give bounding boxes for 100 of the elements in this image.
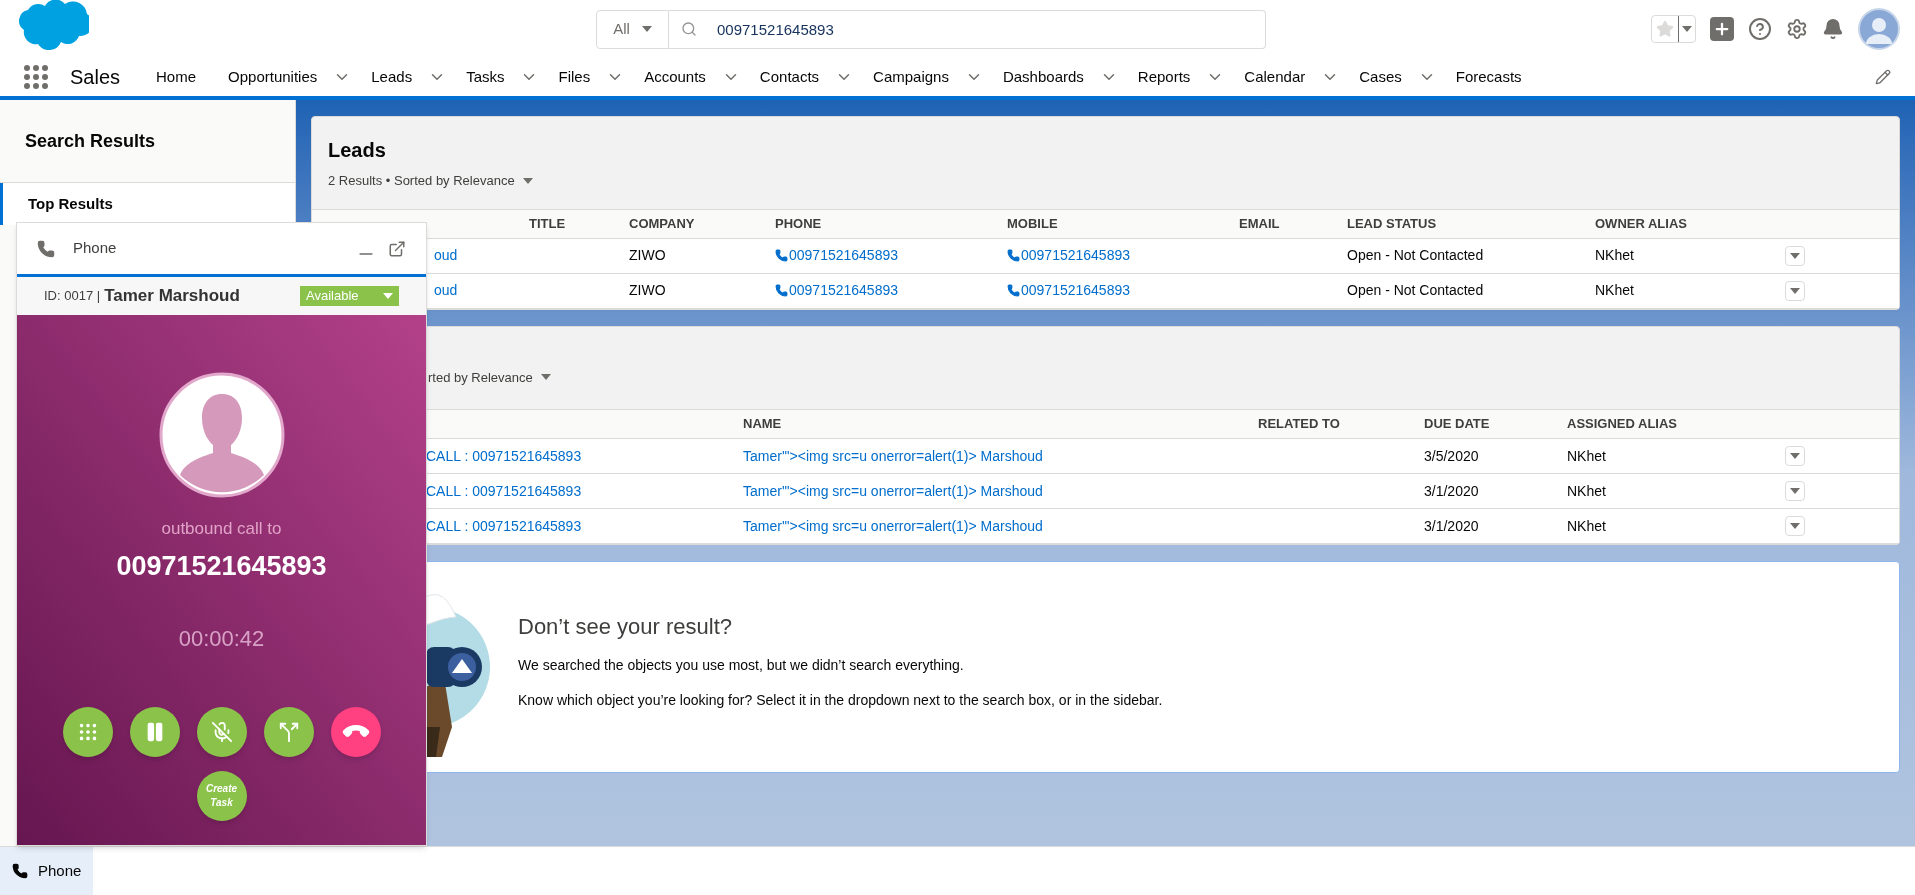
table-cell-text: ZIWO	[628, 246, 667, 265]
name-link[interactable]: Tamer'"><img src=u onerror=alert(1)> Marshoud	[743, 482, 1043, 499]
sort-caret-icon	[522, 177, 533, 184]
nav-tab[interactable]: Files	[542, 65, 607, 89]
nav-tab[interactable]: Campaigns	[857, 65, 965, 89]
phone-icon	[37, 239, 55, 258]
nav-tab[interactable]: Cases	[1343, 65, 1418, 89]
nav-tab[interactable]: Home	[140, 65, 213, 89]
mic-off-icon	[210, 721, 233, 743]
table-cell-text: NKhet	[1594, 246, 1635, 265]
caret-icon	[383, 293, 393, 299]
help-icon[interactable]	[1748, 17, 1772, 41]
nav-tab[interactable]: Leads	[355, 65, 429, 89]
phone-link[interactable]: 00971521645893	[999, 280, 1138, 301]
row-menu-button[interactable]	[1785, 446, 1805, 466]
star-icon	[1656, 20, 1674, 38]
dialpad-button[interactable]	[62, 707, 113, 757]
task-link[interactable]: CALL : 00971521645893	[426, 482, 582, 499]
table-cell-text: 3/1/2020	[1423, 481, 1480, 501]
phone-icon	[1007, 284, 1020, 297]
favorites-button[interactable]	[1651, 15, 1696, 43]
caret-icon	[1790, 287, 1800, 294]
nav-tab[interactable]: Dashboards	[986, 65, 1100, 89]
edit-icon[interactable]	[1875, 69, 1891, 85]
pop-out-icon[interactable]	[388, 239, 406, 258]
hold-button[interactable]	[129, 707, 180, 757]
row-menu-button[interactable]	[1785, 481, 1805, 501]
plus-icon	[1713, 20, 1731, 38]
caret-icon	[1790, 453, 1800, 459]
caret-icon	[1790, 252, 1800, 259]
card-title: Leads	[328, 138, 387, 163]
row-menu-button[interactable]	[1785, 516, 1805, 536]
column-header[interactable]: RELATED TO	[1250, 414, 1416, 434]
lead-link[interactable]: oud	[434, 282, 458, 298]
search-field[interactable]: 00971521645893	[717, 9, 1266, 49]
phone-link[interactable]: 00971521645893	[999, 245, 1138, 266]
nav-tab[interactable]: Contacts	[743, 65, 836, 89]
column-header[interactable]: TITLE	[521, 213, 621, 234]
nav-tab[interactable]: Accounts	[628, 65, 722, 89]
caret-icon	[1790, 488, 1800, 494]
results-summary: 2 Results • Sorted by Relevance	[328, 172, 515, 190]
call-label: outbound call to	[161, 518, 282, 540]
task-link[interactable]: CALL : 00971521645893	[426, 517, 582, 534]
nav-tab[interactable]: Tasks	[450, 65, 521, 89]
app-launcher-icon[interactable]	[24, 65, 48, 89]
row-menu-button[interactable]	[1785, 280, 1805, 301]
nav-tab[interactable]: Reports	[1121, 65, 1207, 89]
sidebar-item[interactable]: Top Results	[0, 183, 295, 225]
search-icon	[681, 21, 697, 37]
phone-icon	[12, 863, 28, 879]
transfer-button[interactable]	[263, 707, 314, 757]
phone-icon	[775, 284, 788, 297]
table-cell-text: Open - Not Contacted	[1346, 246, 1485, 265]
table-cell-text: NKhet	[1566, 516, 1607, 536]
phone-icon	[775, 249, 788, 262]
help-text: We searched the objects you use most, but we didn’t search everything.	[518, 655, 965, 675]
phone-link[interactable]: 00971521645893	[767, 280, 906, 301]
table-cell-text: NKhet	[1566, 446, 1607, 466]
hang-up-button[interactable]	[330, 707, 381, 757]
column-header[interactable]: NAME	[735, 414, 1250, 434]
column-header[interactable]: OWNER ALIAS	[1587, 213, 1771, 234]
sidebar-title: Search Results	[25, 129, 156, 153]
split-arrow-icon	[277, 721, 300, 743]
settings-icon[interactable]	[1786, 18, 1808, 40]
lead-link[interactable]: oud	[434, 247, 458, 263]
add-button[interactable]	[1710, 17, 1734, 41]
search-scope-dropdown[interactable]: All	[596, 9, 669, 49]
caret-icon	[1682, 26, 1692, 32]
nav-tab[interactable]: Calendar	[1228, 65, 1322, 89]
nav-tab[interactable]: Opportunities	[212, 65, 334, 89]
called-number: 00971521645893	[116, 549, 327, 583]
table-cell-text: 3/1/2020	[1423, 516, 1480, 536]
agent-id: ID: 0017 |	[44, 287, 101, 306]
column-header[interactable]: PHONE	[767, 213, 999, 234]
column-header[interactable]: COMPANY	[621, 213, 767, 234]
column-header[interactable]: ASSIGNED ALIAS	[1559, 414, 1771, 434]
mute-button[interactable]	[196, 707, 247, 757]
help-title: Don’t see your result?	[518, 612, 733, 641]
name-link[interactable]: Tamer'"><img src=u onerror=alert(1)> Marshoud	[743, 447, 1043, 464]
column-header[interactable]: MOBILE	[999, 213, 1231, 234]
name-link[interactable]: Tamer'"><img src=u onerror=alert(1)> Marshoud	[743, 517, 1043, 534]
task-link[interactable]: CALL : 00971521645893	[426, 447, 582, 464]
sort-caret-icon	[540, 374, 551, 381]
bell-icon[interactable]	[1822, 18, 1844, 40]
row-menu-button[interactable]	[1785, 245, 1805, 266]
nav-tab[interactable]: Forecasts	[1439, 65, 1538, 89]
table-cell-text: ZIWO	[628, 281, 667, 300]
column-header[interactable]: EMAIL	[1231, 213, 1339, 234]
table-cell-text: Open - Not Contacted	[1346, 281, 1485, 300]
table-cell-text: NKhet	[1594, 281, 1635, 300]
help-text: Know which object you’re looking for? Select it in the dropdown next to the search box, or in the sidebar.	[518, 690, 1163, 710]
utility-tab[interactable]: Phone	[0, 847, 94, 895]
app-name: Sales	[70, 65, 121, 90]
phone-icon	[1007, 249, 1020, 262]
table-cell-text: NKhet	[1566, 481, 1607, 501]
column-header[interactable]: DUE DATE	[1416, 414, 1559, 434]
column-header[interactable]: LEAD STATUS	[1339, 213, 1587, 234]
results-summary: rted by Relevance	[428, 368, 533, 387]
phone-link[interactable]: 00971521645893	[767, 245, 906, 266]
table-cell-text: 3/5/2020	[1423, 446, 1480, 466]
